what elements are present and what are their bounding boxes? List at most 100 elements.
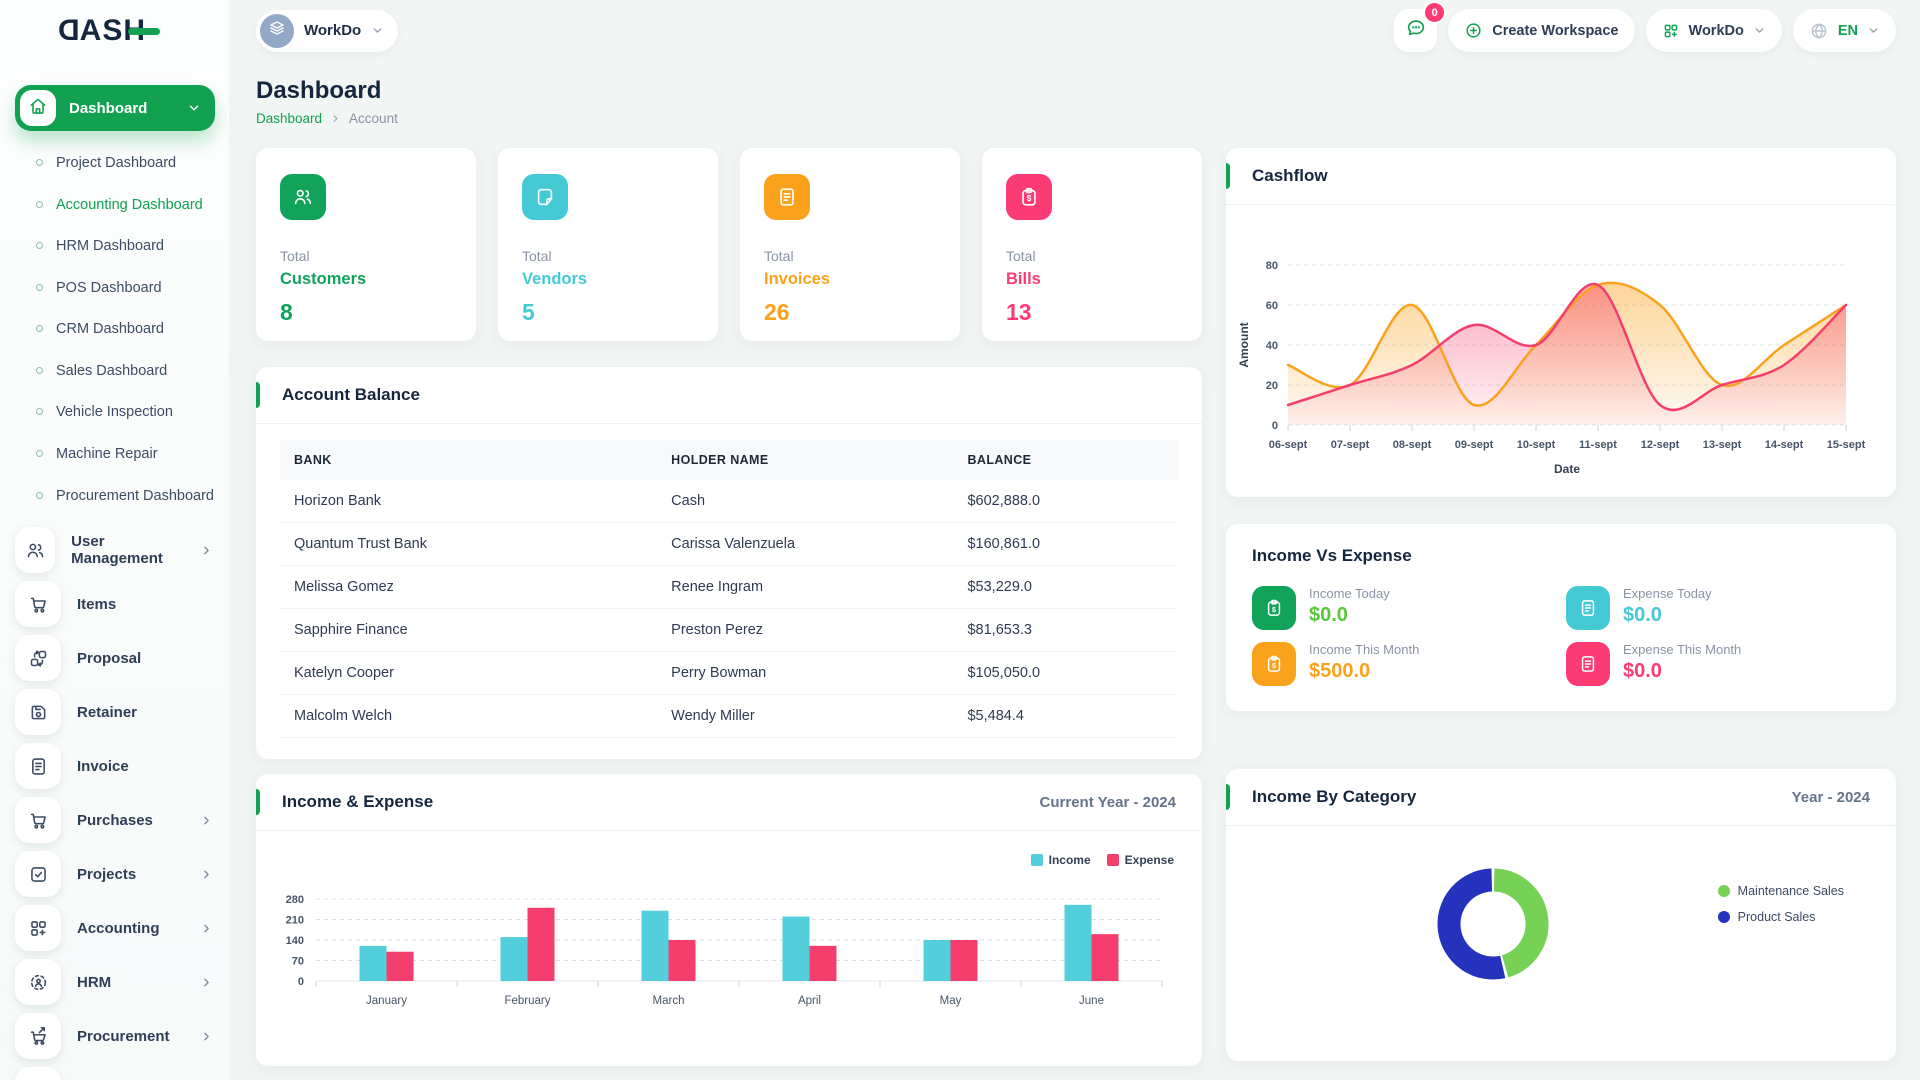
ive-value: $0.0 xyxy=(1309,604,1390,627)
sidebar-item-pos-dashboard[interactable]: POS Dashboard xyxy=(0,268,229,310)
chevron-right-icon xyxy=(200,976,213,989)
sidebar-item-machine-repair[interactable]: Machine Repair xyxy=(0,434,229,476)
workspace-chip[interactable]: WorkDo xyxy=(256,10,398,52)
table-header-row: BANKHOLDER NAMEBALANCE xyxy=(280,440,1178,480)
sidebar-item-sales-dashboard[interactable]: Sales Dashboard xyxy=(0,351,229,393)
stat-value: 5 xyxy=(522,299,694,326)
svg-text:210: 210 xyxy=(286,915,304,927)
donut-chart-legend: Maintenance SalesProduct Sales xyxy=(1718,884,1844,924)
sidebar-item-procurement-dashboard[interactable]: Procurement Dashboard xyxy=(0,476,229,518)
table-cell: Cash xyxy=(657,480,953,523)
sidebar-item-hrm-dashboard[interactable]: HRM Dashboard xyxy=(0,226,229,268)
account-balance-card: Account Balance BANKHOLDER NAMEBALANCE H… xyxy=(256,367,1202,759)
table-cell: Melissa Gomez xyxy=(280,566,657,609)
bullet-icon xyxy=(36,242,43,249)
svg-text:06-sept: 06-sept xyxy=(1269,439,1308,451)
language-button[interactable]: EN xyxy=(1793,9,1896,52)
ive-value: $0.0 xyxy=(1623,660,1741,683)
income-expense-period: Current Year - 2024 xyxy=(1040,794,1176,811)
app-logo[interactable]: DASH xyxy=(57,16,146,46)
cashflow-card: Cashflow 02040608006-sept07-sept08-sept0… xyxy=(1226,148,1896,497)
sidebar-item-purchases[interactable]: Purchases xyxy=(0,795,229,845)
table-cell: $105,050.0 xyxy=(953,652,1178,695)
workspace-menu-label: WorkDo xyxy=(1689,23,1744,39)
svg-text:Amount: Amount xyxy=(1237,322,1251,367)
legend-item-income: Income xyxy=(1031,853,1091,867)
notification-badge: 0 xyxy=(1425,3,1444,22)
bullet-icon xyxy=(36,325,43,332)
create-workspace-button[interactable]: Create Workspace xyxy=(1448,9,1634,52)
sidebar-item-project-dashboard[interactable]: Project Dashboard xyxy=(0,143,229,185)
table-cell: Katelyn Cooper xyxy=(280,652,657,695)
breadcrumb-dashboard[interactable]: Dashboard xyxy=(256,111,322,126)
account-balance-header: Account Balance xyxy=(256,367,1202,424)
table-row: Katelyn CooperPerry Bowman$105,050.0 xyxy=(280,652,1178,695)
sidebar-item-label: Proposal xyxy=(77,650,141,667)
users-icon xyxy=(292,186,314,208)
sidebar-item-accounting[interactable]: Accounting xyxy=(0,903,229,953)
stat-name: Vendors xyxy=(522,270,694,289)
home-icon xyxy=(28,96,48,121)
account-balance-body: BANKHOLDER NAMEBALANCE Horizon BankCash$… xyxy=(256,424,1202,754)
sidebar-menu-items: User ManagementItems Proposal RetainerInvo… xyxy=(0,525,229,1080)
svg-text:$: $ xyxy=(1027,194,1032,203)
svg-text:February: February xyxy=(504,995,550,1007)
stat-card-vendors: TotalVendors5 xyxy=(498,148,718,341)
sidebar-item-procurement[interactable]: Procurement xyxy=(0,1011,229,1061)
stat-icon-box xyxy=(522,174,568,220)
svg-text:15-sept: 15-sept xyxy=(1827,439,1866,451)
svg-text:07-sept: 07-sept xyxy=(1331,439,1370,451)
sidebar-item-hrm[interactable]: HRM xyxy=(0,957,229,1007)
chevron-down-icon xyxy=(187,101,201,115)
sidebar-item-retainer[interactable]: Retainer xyxy=(0,687,229,737)
sidebar-item-user-management[interactable]: User Management xyxy=(0,525,229,575)
income-vs-expense-grid: $Income Today$0.0Expense Today$0.0$Incom… xyxy=(1252,586,1870,686)
income-expense-card: Income & Expense Current Year - 2024 070… xyxy=(256,774,1202,1066)
svg-text:40: 40 xyxy=(1266,340,1278,352)
sidebar-item-proposal[interactable]: Proposal xyxy=(0,633,229,683)
ive-item-income-today: $Income Today$0.0 xyxy=(1252,586,1556,630)
sidebar-group-dashboard[interactable]: Dashboard xyxy=(15,85,215,131)
bullet-icon xyxy=(36,408,43,415)
workspace-menu-button[interactable]: WorkDo xyxy=(1646,9,1782,52)
svg-text:January: January xyxy=(366,995,407,1007)
sidebar-group-label: Dashboard xyxy=(69,100,147,117)
ive-text: Income This Month$500.0 xyxy=(1309,642,1419,683)
income-expense-header: Income & Expense Current Year - 2024 xyxy=(256,774,1202,831)
svg-text:May: May xyxy=(940,995,962,1007)
logo-row: DASH xyxy=(0,0,229,61)
bullet-icon xyxy=(36,492,43,499)
file-icon xyxy=(1578,654,1598,674)
sidebar-item-invoice[interactable]: Invoice xyxy=(0,741,229,791)
svg-text:0: 0 xyxy=(298,976,304,988)
sidebar-item-vehicle-inspection[interactable]: Vehicle Inspection xyxy=(0,392,229,434)
home-icon-box xyxy=(20,90,56,126)
legend-dot xyxy=(1718,911,1730,923)
sidebar-item-accounting-dashboard[interactable]: Accounting Dashboard xyxy=(0,185,229,227)
sidebar-item-projects[interactable]: Projects xyxy=(0,849,229,899)
table-cell: Quantum Trust Bank xyxy=(280,523,657,566)
chevron-right-icon xyxy=(330,113,341,124)
stat-cards-row: TotalCustomers8TotalVendors5TotalInvoice… xyxy=(256,148,1202,341)
clipboard-dollar-icon: $ xyxy=(1264,598,1284,618)
messages-button[interactable]: 0 xyxy=(1394,9,1437,52)
menu-icon-box xyxy=(15,905,61,951)
chevron-down-icon xyxy=(1867,24,1880,37)
table-row: Quantum Trust BankCarissa Valenzuela$160… xyxy=(280,523,1178,566)
breadcrumb: Dashboard Account xyxy=(256,111,1896,126)
bullet-icon xyxy=(36,159,43,166)
table-cell: Preston Perez xyxy=(657,609,953,652)
sidebar-item-label: Accounting Dashboard xyxy=(56,196,203,216)
stat-value: 8 xyxy=(280,299,452,326)
stat-total-label: Total xyxy=(1006,248,1178,264)
stat-icon-box xyxy=(764,174,810,220)
menu-icon-box xyxy=(15,959,61,1005)
sidebar-item-pos[interactable]: POS xyxy=(0,1065,229,1080)
sidebar-item-items[interactable]: Items xyxy=(0,579,229,629)
create-workspace-label: Create Workspace xyxy=(1492,23,1618,39)
file-icon xyxy=(1578,598,1598,618)
income-by-category-header: Income By Category Year - 2024 xyxy=(1226,769,1896,826)
plus-circle-icon xyxy=(1464,21,1483,40)
sidebar-item-crm-dashboard[interactable]: CRM Dashboard xyxy=(0,309,229,351)
ive-value: $500.0 xyxy=(1309,660,1419,683)
